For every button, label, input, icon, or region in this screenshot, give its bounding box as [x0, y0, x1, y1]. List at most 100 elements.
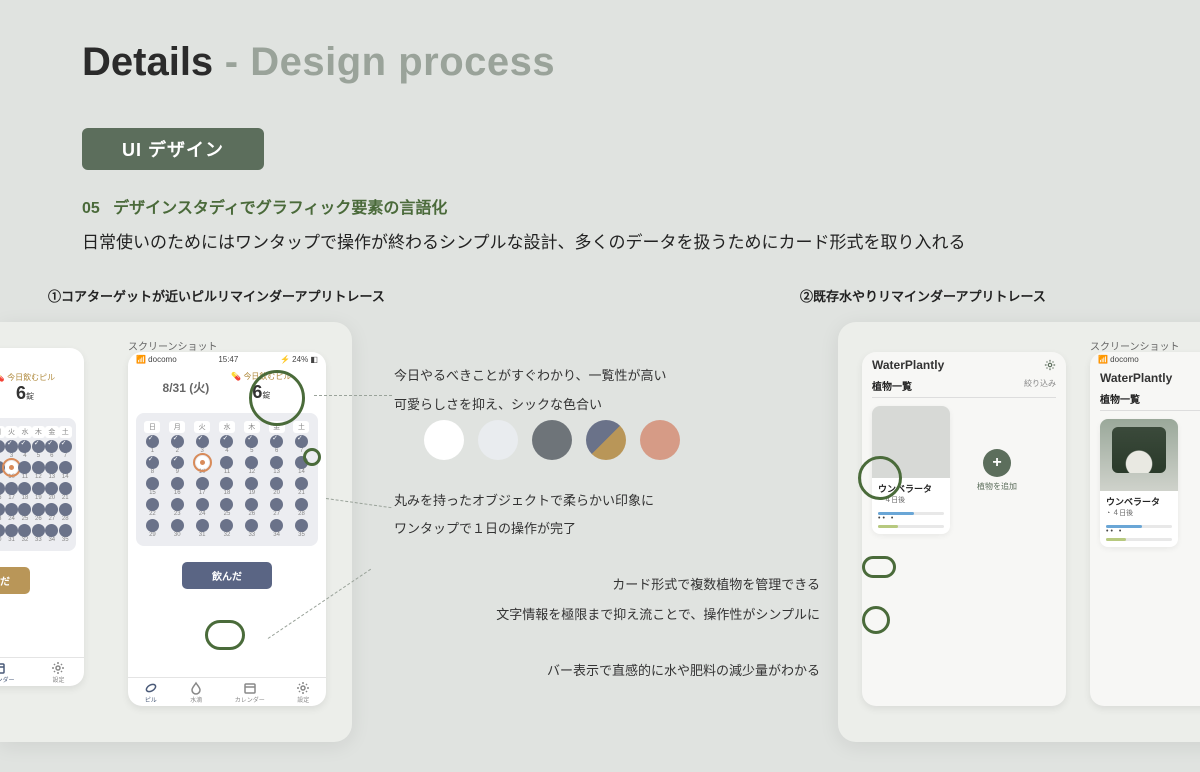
- calendar-day-dot[interactable]: [32, 461, 45, 474]
- calendar-day-dot[interactable]: [45, 524, 58, 537]
- calendar-day-dot[interactable]: [32, 524, 45, 537]
- calendar-day-dot[interactable]: [196, 477, 209, 490]
- calendar-day-dot[interactable]: [220, 435, 233, 448]
- calendar-day-dot[interactable]: [295, 456, 308, 469]
- calendar-day-dot[interactable]: [220, 519, 233, 532]
- annotation: 可愛らしさを抑え、シックな色合い: [394, 394, 602, 413]
- gear-icon: [296, 681, 310, 695]
- calendar-day-dot[interactable]: [0, 482, 5, 495]
- calendar-day-dot[interactable]: [59, 440, 72, 453]
- calendar-day-dot[interactable]: [295, 498, 308, 511]
- calendar-day-dot[interactable]: [220, 477, 233, 490]
- calendar-day-dot[interactable]: [45, 503, 58, 516]
- calendar-day-dot[interactable]: [18, 524, 31, 537]
- wp-plant-card[interactable]: ウンベラータ ４日後 •• •: [1100, 419, 1178, 547]
- calendar-day-dot[interactable]: [196, 435, 209, 448]
- calendar-day-dot[interactable]: [146, 519, 159, 532]
- wp-add-plant[interactable]: + 植物を追加: [958, 406, 1036, 534]
- title-sep: -: [213, 40, 250, 84]
- calendar-day-dot[interactable]: [59, 461, 72, 474]
- calendar-day-dot[interactable]: [171, 519, 184, 532]
- wp-add-label: 植物を追加: [977, 481, 1017, 492]
- phone-mock-wp2: 📶 docomo15:47 WaterPlantly 植物一覧 ウンベラータ ４…: [1090, 352, 1200, 706]
- status-time: 15:47: [218, 355, 238, 364]
- calendar-day-dot[interactable]: [5, 461, 18, 474]
- annotation: 文字情報を極限まで抑え流ことで、操作性がシンプルに: [420, 604, 820, 623]
- calendar-day-dot[interactable]: [18, 461, 31, 474]
- calendar-day-dot[interactable]: [245, 477, 258, 490]
- calendar-day-dot[interactable]: [0, 503, 5, 516]
- wp-plant-name: ウンベラータ: [872, 478, 950, 495]
- calendar-day-dot[interactable]: [18, 440, 31, 453]
- calendar-day-dot[interactable]: [45, 440, 58, 453]
- calendar-day-dot[interactable]: [270, 498, 283, 511]
- calendar-day-dot[interactable]: [171, 498, 184, 511]
- calendar-day-dot[interactable]: [59, 503, 72, 516]
- calendar-day-dot[interactable]: [146, 435, 159, 448]
- calendar-day-dot[interactable]: [245, 456, 258, 469]
- tab-settings[interactable]: 設定: [296, 681, 310, 704]
- calendar-day-dot[interactable]: [5, 440, 18, 453]
- calendar-day-dot[interactable]: [295, 519, 308, 532]
- calendar-day-dot[interactable]: [146, 498, 159, 511]
- calendar-day-dot[interactable]: [0, 461, 5, 474]
- calendar-day-dot[interactable]: [18, 482, 31, 495]
- calendar-day-dot[interactable]: [32, 503, 45, 516]
- calendar-day-dot[interactable]: [146, 477, 159, 490]
- annotation: 今日やるべきことがすぐわかり、一覧性が高い: [394, 365, 666, 384]
- calendar-day-dot[interactable]: [59, 482, 72, 495]
- title-strong: Details: [82, 40, 213, 84]
- calendar-day-dot[interactable]: [295, 435, 308, 448]
- calendar-day-dot[interactable]: [5, 482, 18, 495]
- tab-calendar[interactable]: カレンダー: [235, 681, 265, 704]
- calendar-day-dot[interactable]: [5, 503, 18, 516]
- calendar-day-dot[interactable]: [32, 482, 45, 495]
- phone-mock-wp: WaterPlantly 植物一覧 絞り込み ウンベラータ ４日後 •• • +…: [862, 352, 1066, 706]
- tab-pill[interactable]: ピル: [144, 681, 158, 704]
- calendar-day-dot[interactable]: [270, 519, 283, 532]
- calendar-day-dot[interactable]: [0, 524, 5, 537]
- drop-icon: [189, 681, 203, 695]
- calendar-day-dot[interactable]: [45, 461, 58, 474]
- today-unit-small: 錠: [26, 392, 34, 401]
- calendar-day-dot[interactable]: [270, 435, 283, 448]
- calendar-day-dot[interactable]: [18, 503, 31, 516]
- cal-weekdays: 日月火水木金土: [140, 421, 314, 433]
- calendar-day-dot[interactable]: [220, 498, 233, 511]
- calendar-day-dot[interactable]: [5, 524, 18, 537]
- calendar-day-dot[interactable]: [146, 456, 159, 469]
- calendar-day-dot[interactable]: [171, 477, 184, 490]
- gear-icon: [51, 661, 65, 675]
- taken-button[interactable]: 飲んだ: [182, 562, 272, 589]
- wp-plant-card[interactable]: ウンベラータ ４日後 •• •: [872, 406, 950, 534]
- wp-plant-sub: ４日後: [872, 495, 950, 505]
- calendar-day-dot[interactable]: [59, 524, 72, 537]
- title-light: Design process: [250, 40, 555, 84]
- calendar-day-dot[interactable]: [196, 456, 209, 469]
- calendar-day-dot[interactable]: [270, 477, 283, 490]
- calendar-day-dot[interactable]: [245, 519, 258, 532]
- calendar-day-dot[interactable]: [245, 498, 258, 511]
- cal-weekdays-small: 日月火水木金土: [0, 426, 72, 438]
- calendar-day-dot[interactable]: [171, 456, 184, 469]
- gear-icon[interactable]: [1044, 359, 1056, 371]
- calendar-day-dot[interactable]: [196, 519, 209, 532]
- calendar-day-dot[interactable]: [171, 435, 184, 448]
- calendar-day-dot[interactable]: [0, 440, 5, 453]
- wp-filter[interactable]: 絞り込み: [1024, 378, 1056, 393]
- calendar-day-dot[interactable]: [45, 482, 58, 495]
- tab-water[interactable]: 水滴: [189, 681, 203, 704]
- calendar-day-dot[interactable]: [270, 456, 283, 469]
- calendar-day-dot[interactable]: [196, 498, 209, 511]
- swatch: [532, 420, 572, 460]
- swatch: [640, 420, 680, 460]
- tabbar-small: カレンダー 設定: [0, 657, 84, 686]
- taken-button-small[interactable]: 飲んだ: [0, 567, 30, 594]
- today-count: 6: [252, 382, 262, 402]
- calendar-day-dot[interactable]: [220, 456, 233, 469]
- plus-icon: +: [983, 449, 1011, 477]
- calendar-day-dot[interactable]: [32, 440, 45, 453]
- today-label: 今日飲むピル: [243, 372, 291, 381]
- calendar-day-dot[interactable]: [295, 477, 308, 490]
- calendar-day-dot[interactable]: [245, 435, 258, 448]
